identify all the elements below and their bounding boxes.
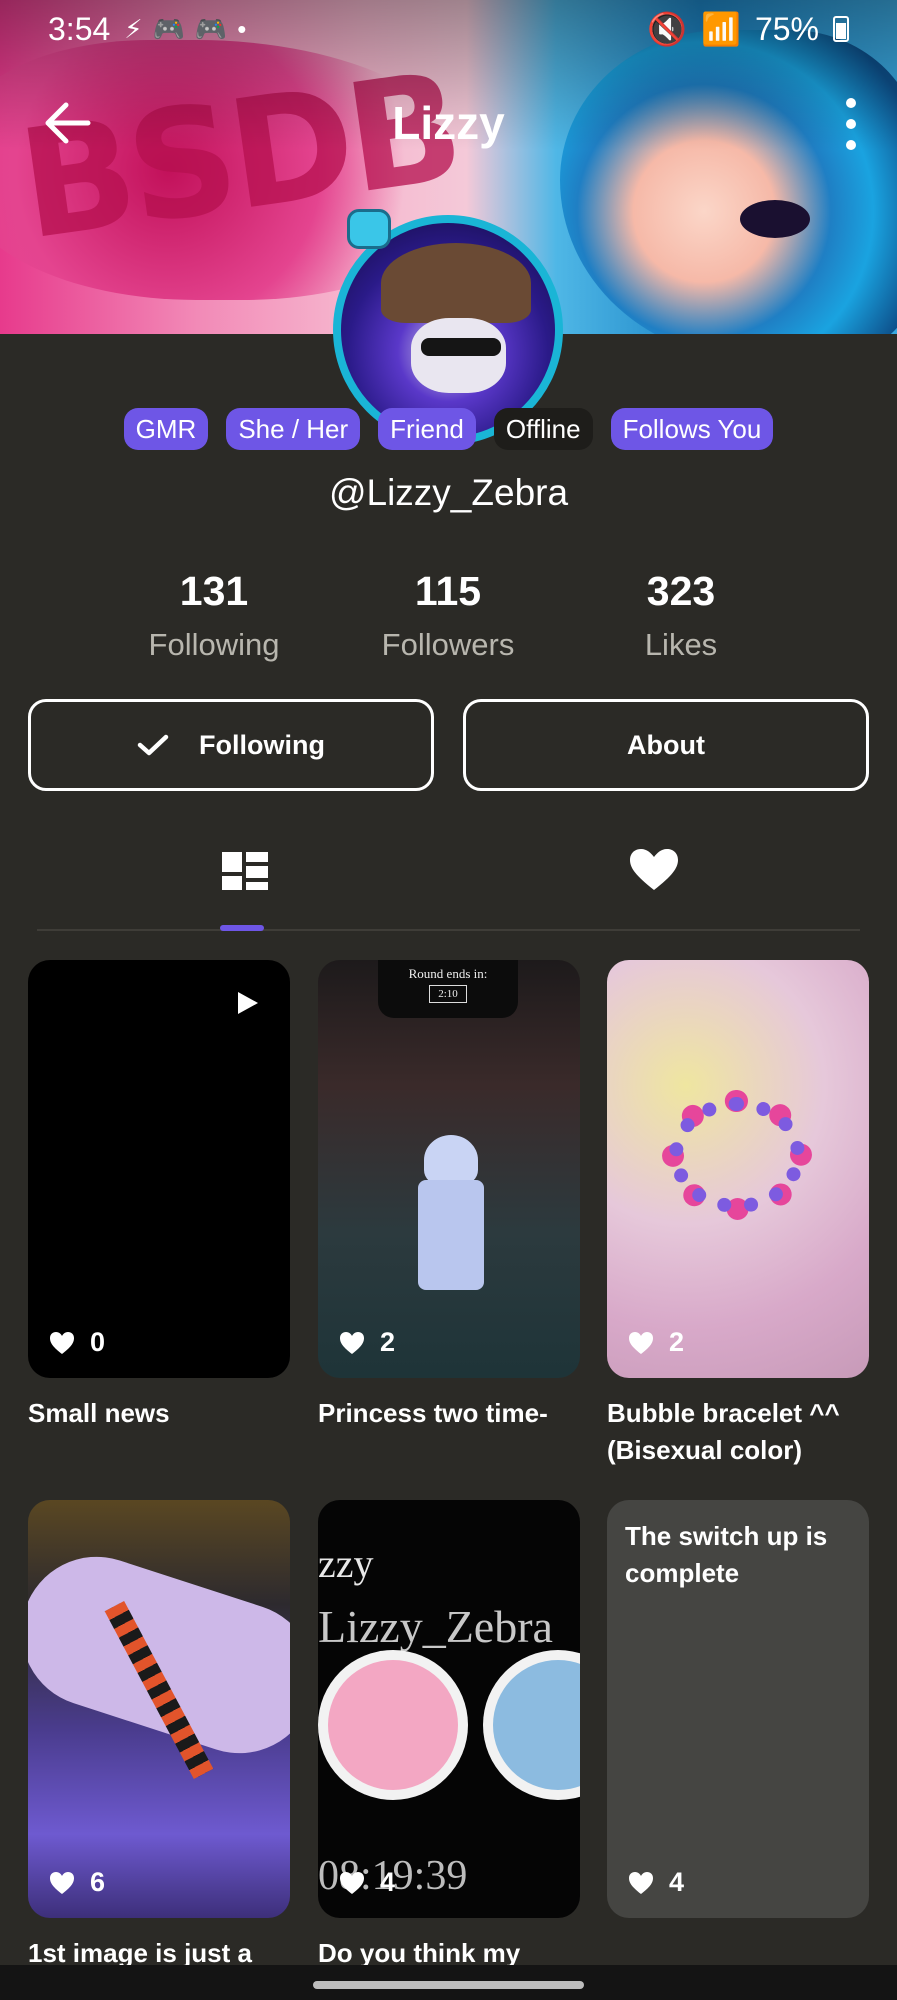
like-count: 2: [627, 1327, 684, 1358]
round-timer-overlay: Round ends in: 2:10: [378, 960, 518, 1018]
about-button[interactable]: About: [463, 699, 869, 791]
discord-icon: 🎮: [152, 13, 185, 44]
post-card[interactable]: 2: [607, 960, 869, 1378]
like-count: 4: [338, 1867, 395, 1898]
stat-followers[interactable]: 115 Followers: [328, 568, 568, 663]
tab-posts-grid-icon[interactable]: [216, 846, 276, 896]
heart-icon: [340, 1871, 364, 1894]
post-card[interactable]: 6: [28, 1500, 290, 1918]
battery-icon: [833, 16, 849, 42]
stat-following[interactable]: 131 Following: [94, 568, 334, 663]
text-post-content: The switch up is complete: [625, 1521, 828, 1588]
profile-tags: GMR She / Her Friend Offline Follows You: [0, 408, 897, 450]
tab-liked-heart-icon[interactable]: [624, 846, 684, 896]
status-bar: 3:54 ⚡ 🎮 🎮 • 🔇 📶 75%: [0, 0, 897, 58]
following-button[interactable]: Following: [28, 699, 434, 791]
tab-divider: [37, 929, 860, 931]
discord-icon: 🎮: [194, 13, 228, 44]
post-card[interactable]: Round ends in: 2:10 2: [318, 960, 580, 1378]
stat-value: 115: [414, 568, 482, 614]
heart-icon: [340, 1331, 364, 1354]
post-card[interactable]: zzy Lizzy_Zebra 08:19:39 4: [318, 1500, 580, 1918]
tag-friend: Friend: [378, 408, 476, 450]
following-button-label: Following: [199, 729, 325, 760]
avatar[interactable]: [333, 209, 563, 445]
mute-icon: 🔇: [647, 11, 688, 47]
stat-label: Likes: [644, 627, 718, 662]
tag-gmr: GMR: [123, 408, 209, 450]
status-time: 3:54: [48, 10, 111, 47]
stat-value: 131: [179, 568, 249, 614]
more-options-icon[interactable]: [843, 98, 859, 150]
user-handle: @Lizzy_Zebra: [328, 472, 569, 513]
active-tab-indicator: [220, 925, 264, 931]
heart-icon: [50, 1331, 74, 1354]
post-title[interactable]: Small news: [28, 1395, 290, 1432]
stat-likes[interactable]: 323 Likes: [561, 568, 801, 663]
heart-icon: [629, 1331, 653, 1354]
avatar-frame-decoration-icon: [347, 209, 391, 249]
stat-label: Followers: [381, 627, 515, 662]
like-count: 0: [48, 1327, 105, 1358]
like-count: 2: [338, 1327, 395, 1358]
like-count: 6: [48, 1867, 105, 1898]
text-post-card[interactable]: The switch up is complete 4: [607, 1500, 869, 1918]
post-card[interactable]: 0: [28, 960, 290, 1378]
page-title: Lizzy: [392, 97, 505, 149]
play-icon: [238, 992, 258, 1014]
stat-value: 323: [646, 568, 716, 614]
lightning-icon: ⚡: [124, 13, 143, 44]
home-indicator[interactable]: [313, 1981, 584, 1989]
checkmark-icon: [137, 734, 169, 756]
stat-label: Following: [148, 627, 280, 662]
about-button-label: About: [627, 729, 705, 760]
battery-percent: 75%: [754, 10, 819, 47]
heart-icon: [50, 1871, 74, 1894]
like-count: 4: [627, 1867, 684, 1898]
tag-offline-status: Offline: [493, 408, 593, 450]
post-title[interactable]: Princess two time-: [318, 1395, 580, 1432]
post-title[interactable]: Bubble bracelet ^^ (Bisexual color): [607, 1395, 869, 1469]
wifi-icon: 📶: [701, 11, 741, 47]
app-bar: Lizzy: [0, 90, 897, 156]
heart-icon: [629, 1871, 653, 1894]
dot-icon: •: [237, 13, 247, 44]
tag-follows-you: Follows You: [610, 408, 774, 450]
tag-pronouns: She / Her: [226, 408, 361, 450]
